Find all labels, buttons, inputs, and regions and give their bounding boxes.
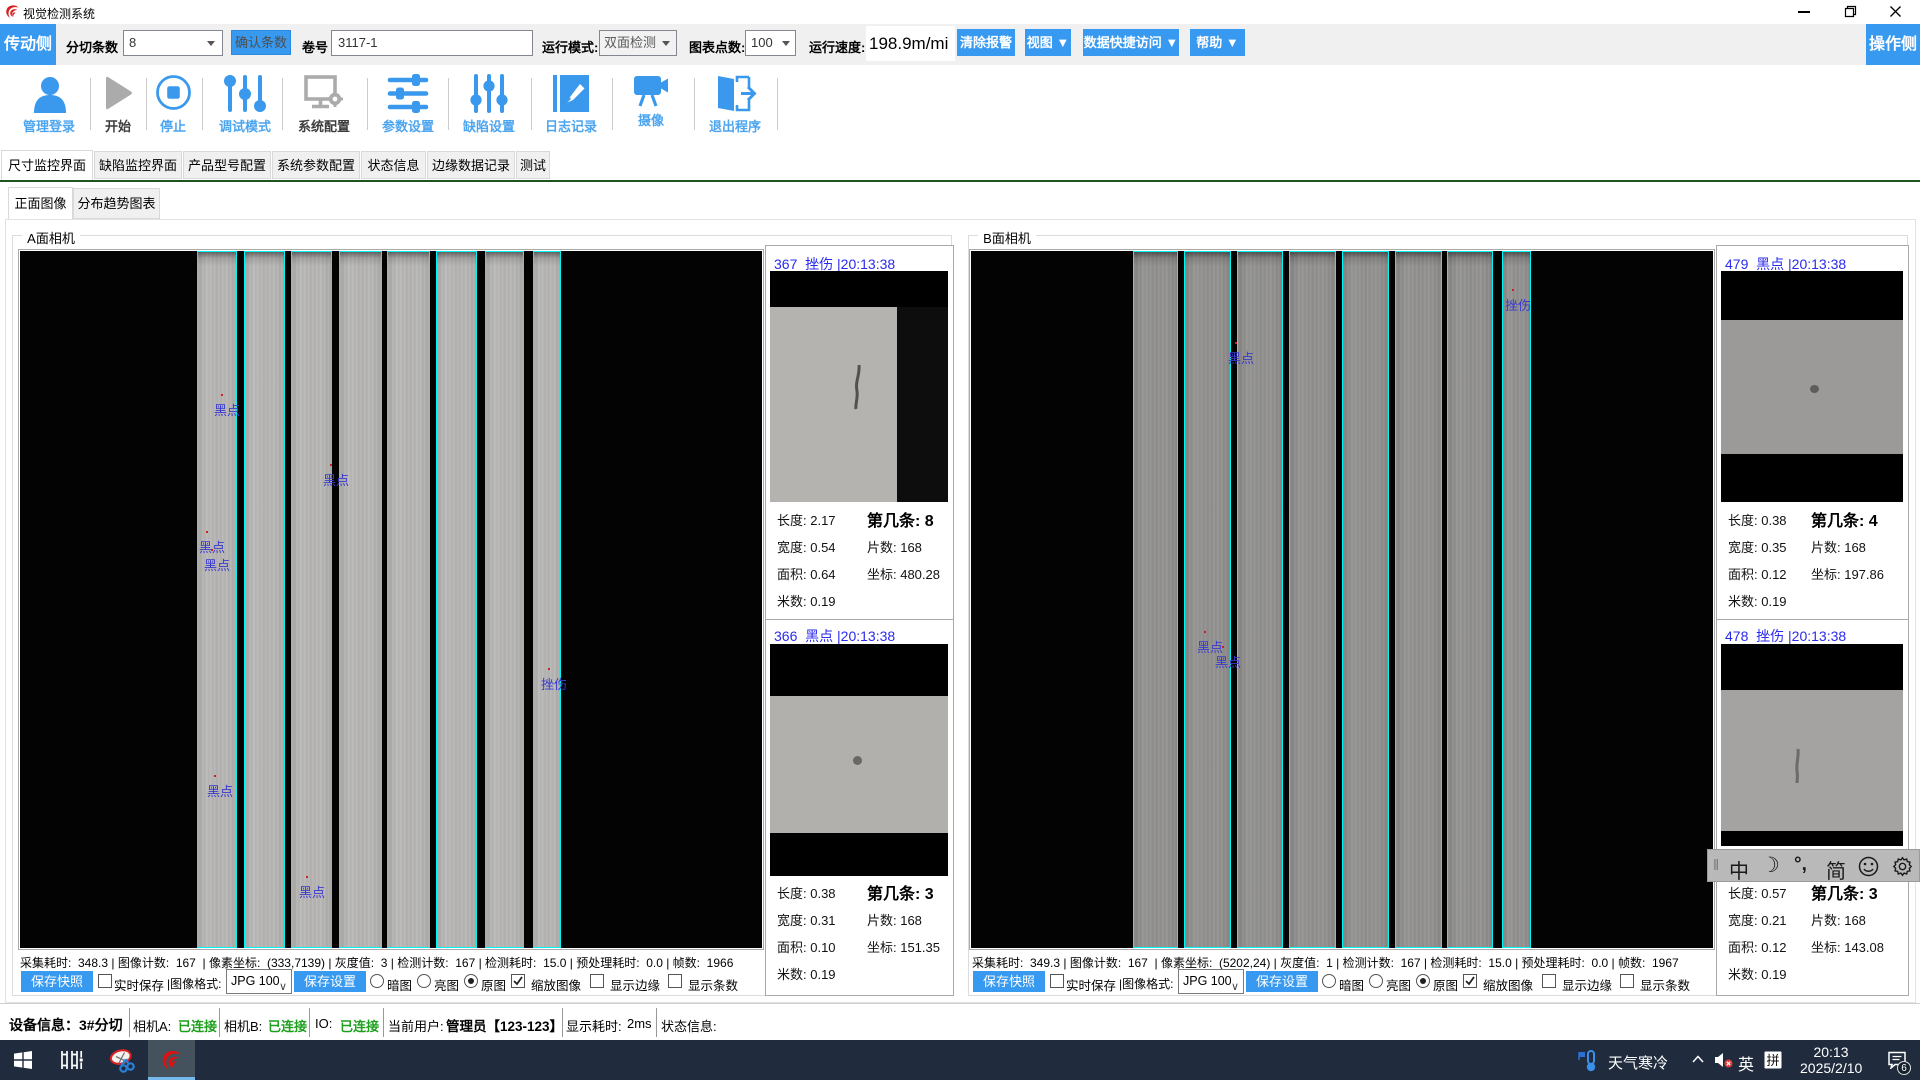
svg-text:拼: 拼 xyxy=(1766,1053,1779,1068)
